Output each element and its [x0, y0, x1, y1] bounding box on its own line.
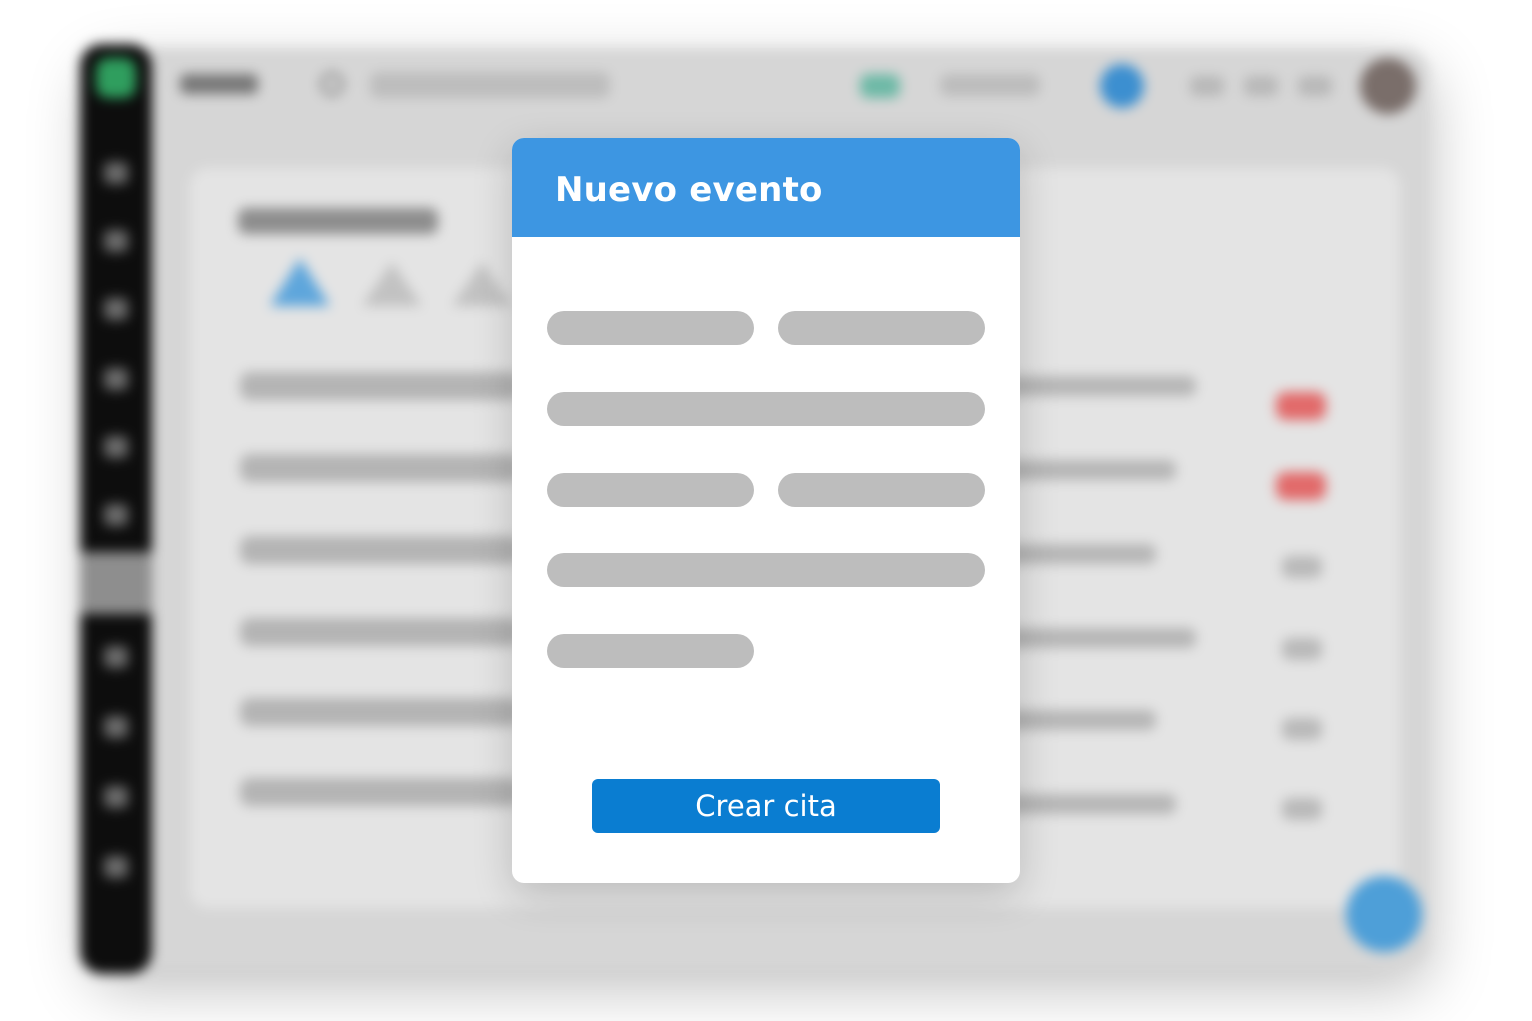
create-appointment-button[interactable]: Crear cita — [592, 779, 940, 833]
background-list-row — [240, 778, 520, 806]
background-card-heading — [238, 208, 438, 234]
form-field-skeleton — [547, 634, 754, 668]
background-list-row-detail — [1000, 544, 1156, 564]
sidebar-nav-icon — [104, 162, 128, 184]
background-status-chip — [860, 74, 900, 98]
sidebar-nav-icon — [104, 856, 128, 878]
background-app-title — [180, 74, 258, 94]
screen: Nuevo evento Crear cita — [0, 0, 1532, 1021]
background-tab-icon — [362, 262, 422, 306]
sidebar-nav-icon — [104, 298, 128, 320]
background-status-badge — [1282, 718, 1322, 740]
form-field-skeleton — [778, 473, 985, 507]
background-list-row-detail — [1000, 794, 1176, 814]
background-notification-icon — [1100, 64, 1144, 108]
dialog-title: Nuevo evento — [555, 170, 823, 210]
background-list-row — [240, 536, 520, 564]
background-topbar-icon — [1244, 76, 1278, 96]
background-list-row — [240, 698, 520, 726]
new-event-dialog: Nuevo evento Crear cita — [512, 138, 1020, 883]
sidebar-nav-icon — [104, 230, 128, 252]
background-topbar-item — [940, 74, 1040, 96]
background-topbar — [160, 58, 1430, 114]
background-topbar-icon — [1190, 76, 1224, 96]
background-list-row — [240, 372, 520, 400]
sidebar-nav-icon — [104, 436, 128, 458]
background-status-badge — [1282, 798, 1322, 820]
background-search-field — [370, 72, 610, 98]
form-field-skeleton — [778, 311, 985, 345]
background-status-badge — [1276, 472, 1326, 500]
background-status-badge — [1282, 638, 1322, 660]
background-sidebar-divider — [80, 552, 152, 614]
sidebar-nav-icon — [104, 786, 128, 808]
background-tab-icon — [452, 262, 512, 306]
search-icon — [320, 72, 344, 96]
background-topbar-icon — [1298, 76, 1332, 96]
avatar — [1360, 58, 1416, 114]
background-list-row-detail — [1000, 376, 1196, 396]
background-status-badge — [1276, 392, 1326, 420]
sidebar-nav-icon — [104, 716, 128, 738]
background-status-badge — [1282, 556, 1322, 578]
background-list-row — [240, 454, 520, 482]
dialog-header: Nuevo evento — [512, 138, 1020, 237]
form-field-skeleton — [547, 473, 754, 507]
form-field-skeleton — [547, 553, 985, 587]
background-list-row — [240, 618, 520, 646]
background-tab-icon — [270, 258, 330, 306]
sidebar-nav-icon — [104, 504, 128, 526]
sidebar-nav-icon — [104, 368, 128, 390]
add-icon — [1346, 876, 1422, 952]
form-field-skeleton — [547, 311, 754, 345]
background-list-row-detail — [1000, 628, 1196, 648]
sidebar-nav-icon — [104, 646, 128, 668]
background-list-row-detail — [1000, 460, 1176, 480]
background-list-row-detail — [1000, 710, 1156, 730]
form-field-skeleton — [547, 392, 985, 426]
app-logo-icon — [96, 58, 136, 98]
